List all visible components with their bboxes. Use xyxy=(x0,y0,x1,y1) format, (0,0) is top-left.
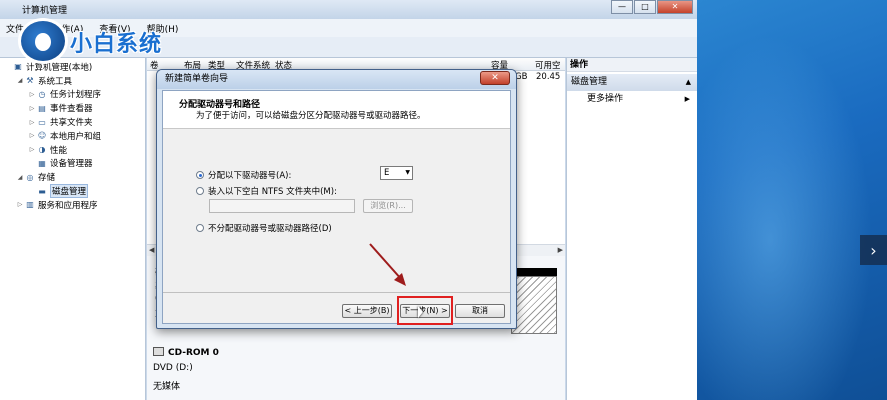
tree-expand-icon[interactable]: ◢ xyxy=(16,77,24,84)
partition-bar xyxy=(511,268,557,276)
option-no-letter[interactable]: 不分配驱动器号或驱动器路径(D) xyxy=(196,222,332,234)
tree-item-label: 存储 xyxy=(38,173,56,184)
close-button[interactable]: ✕ xyxy=(657,0,693,14)
tree-item-label: 设备管理器 xyxy=(50,159,93,170)
browse-button[interactable]: 浏览(R)... xyxy=(363,199,413,213)
tree-item-label: 性能 xyxy=(50,145,68,156)
tree-item[interactable]: ◢ ⚒ 系统工具 xyxy=(0,74,145,88)
more-actions-item[interactable]: 更多操作 ▶ xyxy=(567,91,697,107)
collapse-icon[interactable]: ▲ xyxy=(686,74,691,91)
wizard-header: 分配驱动器号和路径 为了便于访问，可以给磁盘分区分配驱动器号或驱动器路径。 xyxy=(163,91,510,129)
tree-item-label: 磁盘管理 xyxy=(50,184,89,199)
actions-section-disk-management[interactable]: 磁盘管理 ▲ xyxy=(567,74,697,91)
disk-icon: ▬ xyxy=(38,186,46,196)
radio-no-letter[interactable] xyxy=(196,224,204,232)
tree-expand-icon[interactable]: ◢ xyxy=(16,174,24,181)
minimize-button[interactable]: — xyxy=(611,0,633,14)
tree-item[interactable]: ▦ 设备管理器 xyxy=(0,157,145,171)
tree-item-label: 共享文件夹 xyxy=(50,118,93,129)
tree-item[interactable]: ▷ ☺ 本地用户和组 xyxy=(0,129,145,143)
row-free: 20.45 xyxy=(536,72,561,82)
event-icon: ▤ xyxy=(38,103,46,113)
tree-item[interactable]: ▷ ▭ 共享文件夹 xyxy=(0,115,145,129)
option-mount-folder[interactable]: 装入以下空白 NTFS 文件夹中(M): xyxy=(196,185,337,197)
wizard-divider xyxy=(163,292,510,293)
tree-item[interactable]: ▣ 计算机管理(本地) xyxy=(0,60,145,74)
option-assign-label: 分配以下驱动器号(A): xyxy=(208,171,292,181)
next-button-highlight xyxy=(397,296,453,325)
col-free[interactable]: 可用空 xyxy=(535,59,561,71)
radio-mount-folder[interactable] xyxy=(196,187,204,195)
tree-item[interactable]: ▷ ◑ 性能 xyxy=(0,143,145,157)
unallocated-partition[interactable] xyxy=(511,276,557,334)
window-titlebar: 计算机管理 — □ ✕ xyxy=(0,0,697,19)
users-icon: ☺ xyxy=(37,131,47,141)
option-assign-letter[interactable]: 分配以下驱动器号(A): xyxy=(196,169,291,181)
tree-item-label: 服务和应用程序 xyxy=(38,200,98,211)
option-no-letter-label: 不分配驱动器号或驱动器路径(D) xyxy=(208,224,332,234)
actions-header: 操作 xyxy=(567,58,697,72)
navigation-tree: ▣ 计算机管理(本地) ◢ ⚒ 系统工具 ▷ ◷ 任务计划程序 ▷ ▤ 事件查看器 ▷ ▭ 共享文件夹 ▷ ☺… xyxy=(0,58,146,400)
drive-letter-value: E xyxy=(384,168,390,178)
scroll-left-icon[interactable]: ◀ xyxy=(149,246,154,254)
tree-item[interactable]: ▬ 磁盘管理 xyxy=(0,184,145,199)
tools-icon: ⚒ xyxy=(26,76,34,86)
tree-expand-icon[interactable]: ▷ xyxy=(16,201,24,208)
cdrom-info: CD-ROM 0 DVD (D:) 无媒体 xyxy=(153,346,219,395)
tree-expand-icon[interactable]: ▷ xyxy=(28,132,36,139)
next-arrow-button[interactable]: › xyxy=(860,235,887,265)
tree-expand-icon[interactable]: ▷ xyxy=(28,119,36,126)
arrow-right-icon: ▶ xyxy=(684,95,690,103)
window-title: 计算机管理 xyxy=(22,6,68,16)
tree-expand-icon[interactable]: ▷ xyxy=(28,105,36,112)
chevron-down-icon: ▼ xyxy=(405,169,410,176)
computer-icon: ▣ xyxy=(14,62,22,72)
device-icon: ▦ xyxy=(38,158,46,168)
back-button[interactable]: < 上一步(B) xyxy=(342,304,392,318)
logo-text: 小白系统 xyxy=(70,32,163,57)
tree-expand-icon[interactable]: ▷ xyxy=(28,146,36,153)
tree-item-label: 系统工具 xyxy=(38,76,73,87)
radio-assign-letter[interactable] xyxy=(196,171,204,179)
tree-item-label: 任务计划程序 xyxy=(50,90,102,101)
tree-expand-icon[interactable]: ▷ xyxy=(28,91,36,98)
maximize-button[interactable]: □ xyxy=(634,0,656,14)
cdrom-type: DVD (D:) xyxy=(153,363,193,373)
cdrom-media: 无媒体 xyxy=(153,382,181,392)
col-volume[interactable]: 卷 xyxy=(150,59,159,71)
option-mount-label: 装入以下空白 NTFS 文件夹中(M): xyxy=(208,187,337,197)
new-simple-volume-wizard: 新建简单卷向导 ✕ 分配驱动器号和路径 为了便于访问，可以给磁盘分区分配驱动器号… xyxy=(156,69,517,329)
logo-icon xyxy=(18,18,68,64)
wizard-subheading: 为了便于访问，可以给磁盘分区分配驱动器号或驱动器路径。 xyxy=(196,111,426,121)
more-actions-label: 更多操作 xyxy=(587,94,624,104)
drive-letter-select[interactable]: E ▼ xyxy=(380,166,413,180)
tree-item[interactable]: ▷ ▥ 服务和应用程序 xyxy=(0,198,145,212)
window-controls: — □ ✕ xyxy=(610,0,693,14)
folder-icon: ▭ xyxy=(38,117,46,127)
wizard-close-button[interactable]: ✕ xyxy=(480,71,510,85)
tree-item[interactable]: ◢ ◎ 存储 xyxy=(0,170,145,184)
scroll-right-icon[interactable]: ▶ xyxy=(558,246,563,254)
wizard-title: 新建简单卷向导 xyxy=(157,70,516,89)
performance-icon: ◑ xyxy=(38,145,46,155)
folder-path-input[interactable] xyxy=(209,199,355,213)
tree-item-label: 事件查看器 xyxy=(50,104,93,115)
desktop-glow xyxy=(690,0,887,400)
tree-item[interactable]: ▷ ▤ 事件查看器 xyxy=(0,101,145,115)
actions-pane: 操作 磁盘管理 ▲ 更多操作 ▶ xyxy=(566,58,697,400)
tree-item-label: 本地用户和组 xyxy=(50,131,102,142)
mouse-cursor-icon xyxy=(418,306,423,318)
actions-section-label: 磁盘管理 xyxy=(571,77,608,87)
wizard-body: 分配驱动器号和路径 为了便于访问，可以给磁盘分区分配驱动器号或驱动器路径。 分配… xyxy=(162,90,511,325)
services-icon: ▥ xyxy=(26,200,34,210)
cancel-button[interactable]: 取消 xyxy=(455,304,505,318)
cdrom-icon xyxy=(153,347,164,356)
storage-icon: ◎ xyxy=(26,172,34,182)
tree-item[interactable]: ▷ ◷ 任务计划程序 xyxy=(0,88,145,102)
clock-icon: ◷ xyxy=(38,89,46,99)
cdrom-title: CD-ROM 0 xyxy=(168,348,219,358)
